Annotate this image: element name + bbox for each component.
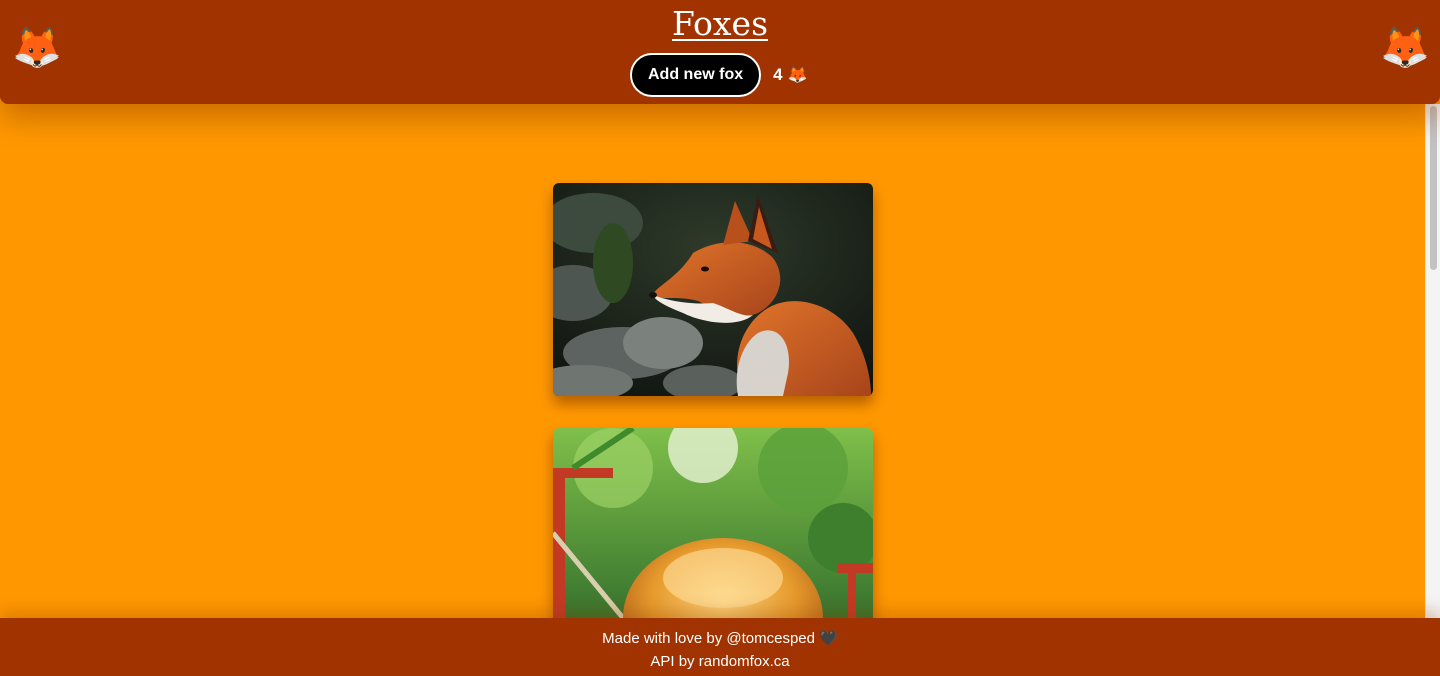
footer-credit: Made with love by @tomcesped 🖤: [602, 630, 838, 647]
fox-counter: 4 🦊: [773, 65, 807, 85]
scrollbar-thumb[interactable]: [1430, 106, 1437, 270]
fox-feed: [553, 183, 873, 673]
site-header: 🦊 Foxes Add new fox 4 🦊 🦊: [0, 0, 1440, 104]
header-controls: Add new fox 4 🦊: [630, 53, 808, 97]
fox-emoji-icon-right: 🦊: [1380, 26, 1430, 70]
add-new-fox-button[interactable]: Add new fox: [630, 53, 762, 97]
fox-photo-image: [553, 183, 873, 396]
site-footer: Made with love by @tomcesped 🖤 API by ra…: [0, 618, 1440, 676]
page-scrollbar[interactable]: [1425, 104, 1440, 618]
fox-image-card: [553, 183, 873, 396]
page-title: Foxes: [0, 4, 1440, 43]
footer-api-credit: API by randomfox.ca: [650, 653, 790, 670]
fox-count-icon: 🦊: [787, 67, 808, 84]
fox-photo-image: [553, 428, 873, 641]
fox-count-value: 4: [773, 65, 783, 84]
fox-image-card: [553, 428, 873, 641]
title-link[interactable]: Foxes: [672, 4, 768, 43]
